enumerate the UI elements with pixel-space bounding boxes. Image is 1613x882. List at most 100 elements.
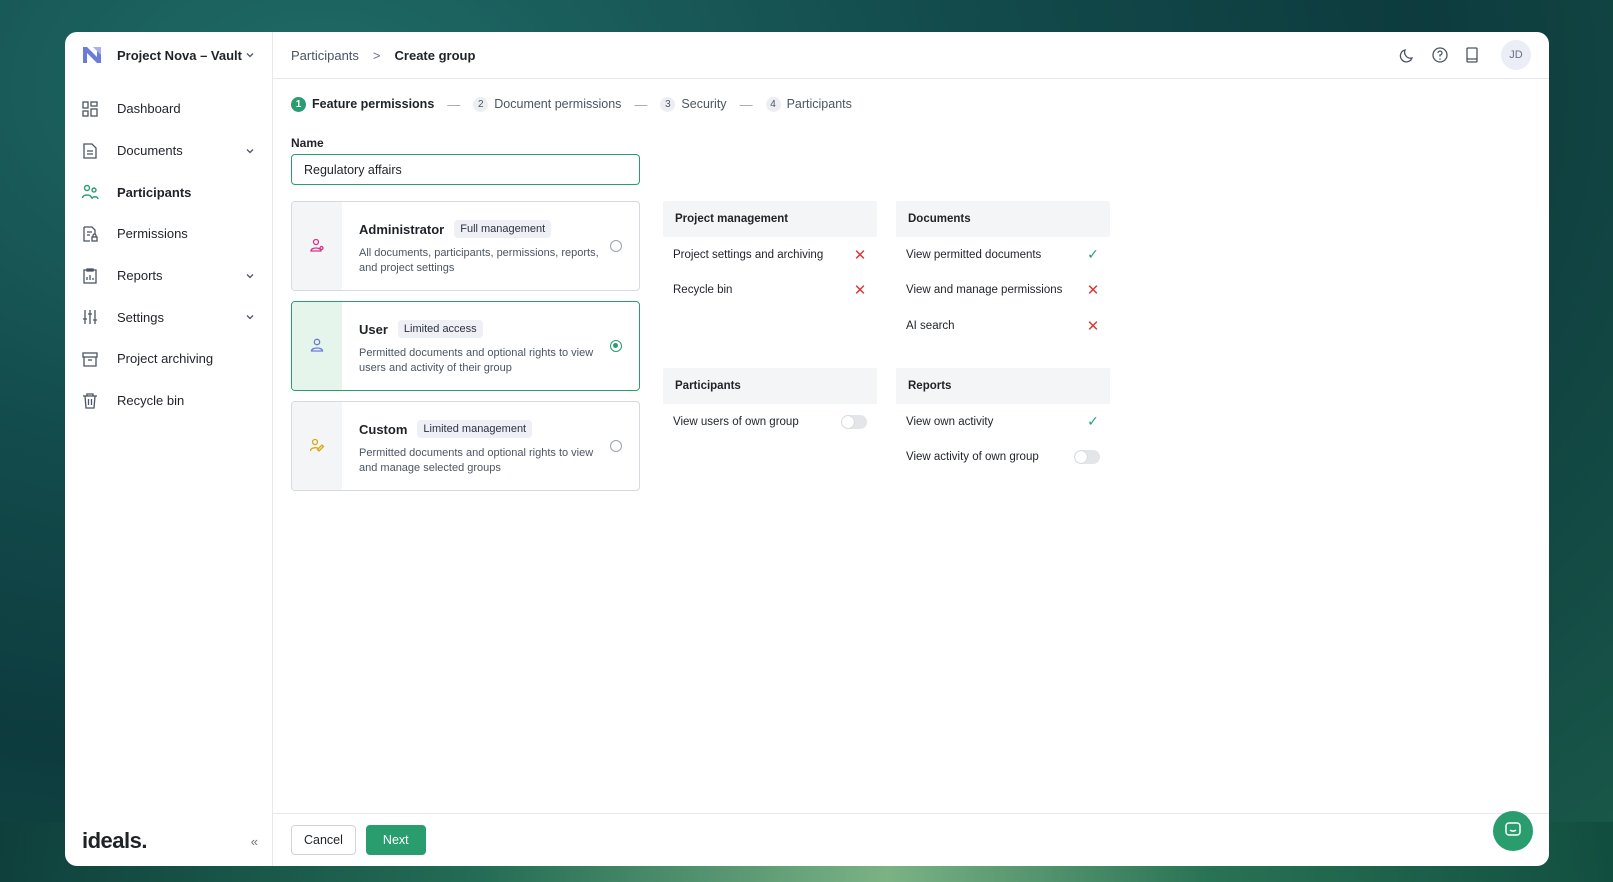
step-document-permissions[interactable]: 2 Document permissions bbox=[473, 96, 622, 112]
perm-row: View and manage permissions ✕ bbox=[896, 273, 1110, 309]
sidebar-item-label: Project archiving bbox=[117, 351, 214, 367]
sidebar-item-reports[interactable]: Reports bbox=[65, 255, 272, 297]
top-bar: Participants > Create group JD bbox=[273, 32, 1549, 79]
step-participants[interactable]: 4 Participants bbox=[765, 96, 852, 112]
role-badge: Limited management bbox=[417, 420, 533, 438]
role-body: User Limited access Permitted documents a… bbox=[342, 302, 639, 390]
document-icon[interactable] bbox=[1463, 46, 1481, 64]
permissions-icon bbox=[81, 225, 99, 243]
chevron-down-icon bbox=[244, 270, 256, 282]
top-actions: JD bbox=[1399, 40, 1531, 70]
perm-label: AI search bbox=[906, 319, 955, 332]
cross-icon: ✕ bbox=[853, 246, 867, 264]
role-radio[interactable] bbox=[610, 440, 622, 452]
perm-group-participants: Participants View users of own group bbox=[663, 368, 877, 440]
perm-group-documents: Documents View permitted documents ✓ View… bbox=[896, 201, 1110, 344]
perm-label: View own activity bbox=[906, 415, 994, 428]
cancel-button[interactable]: Cancel bbox=[291, 825, 356, 855]
step-number: 2 bbox=[473, 96, 489, 112]
sidebar: Project Nova – Vault Dashboard Documents… bbox=[65, 32, 273, 866]
role-radio[interactable] bbox=[610, 340, 622, 352]
collapse-sidebar-icon[interactable]: « bbox=[251, 834, 258, 849]
step-feature-permissions[interactable]: 1 Feature permissions bbox=[291, 96, 434, 112]
role-card-administrator[interactable]: Administrator Full management All documen… bbox=[291, 201, 640, 291]
sidebar-item-settings[interactable]: Settings bbox=[65, 296, 272, 338]
perm-label: Project settings and archiving bbox=[673, 248, 824, 261]
avatar[interactable]: JD bbox=[1501, 40, 1531, 70]
perm-group-project-management: Project management Project settings and … bbox=[663, 201, 877, 308]
participants-icon bbox=[81, 183, 99, 201]
custom-user-icon bbox=[309, 437, 325, 456]
perm-row: View users of own group bbox=[663, 404, 877, 440]
perm-label: View activity of own group bbox=[906, 451, 1039, 464]
perm-group-title: Participants bbox=[663, 368, 877, 404]
breadcrumb: Participants > Create group bbox=[291, 48, 1399, 63]
role-title: User bbox=[359, 321, 388, 337]
project-logo-icon bbox=[81, 44, 103, 66]
admin-user-icon bbox=[309, 237, 325, 256]
view-users-toggle[interactable] bbox=[841, 414, 867, 429]
perm-row: Project settings and archiving ✕ bbox=[663, 237, 877, 273]
perm-group-reports: Reports View own activity ✓ View activity… bbox=[896, 368, 1110, 475]
sidebar-item-recycle-bin[interactable]: Recycle bin bbox=[65, 380, 272, 422]
project-name: Project Nova – Vault bbox=[117, 47, 242, 63]
role-title: Custom bbox=[359, 421, 408, 437]
sidebar-item-dashboard[interactable]: Dashboard bbox=[65, 88, 272, 130]
perm-row: View permitted documents ✓ bbox=[896, 237, 1110, 273]
wizard-steps: 1 Feature permissions — 2 Document permi… bbox=[273, 79, 1549, 129]
sidebar-nav: Dashboard Documents Participants Permiss… bbox=[65, 88, 272, 422]
role-body: Custom Limited management Permitted docum… bbox=[342, 402, 639, 490]
role-side bbox=[292, 202, 342, 290]
role-description: Permitted documents and optional rights … bbox=[359, 447, 594, 474]
step-number: 1 bbox=[291, 96, 306, 112]
group-name-input[interactable] bbox=[291, 154, 640, 185]
sidebar-item-label: Documents bbox=[117, 143, 183, 159]
role-badge: Limited access bbox=[397, 320, 483, 338]
help-icon[interactable] bbox=[1431, 46, 1449, 64]
view-group-activity-toggle[interactable] bbox=[1074, 450, 1100, 465]
sidebar-footer: ideals. « bbox=[82, 828, 258, 854]
chevron-down-icon bbox=[244, 311, 256, 323]
perm-group-title: Project management bbox=[663, 201, 877, 237]
chevron-down-icon[interactable] bbox=[244, 49, 256, 61]
chevron-down-icon bbox=[244, 145, 256, 157]
role-radio[interactable] bbox=[610, 240, 622, 252]
role-card-user[interactable]: User Limited access Permitted documents a… bbox=[291, 301, 640, 391]
sidebar-item-project-archiving[interactable]: Project archiving bbox=[65, 338, 272, 380]
perm-label: Recycle bin bbox=[673, 284, 733, 297]
dashboard-icon bbox=[81, 100, 99, 118]
cross-icon: ✕ bbox=[1086, 282, 1100, 300]
perm-label: View permitted documents bbox=[906, 248, 1042, 261]
role-badge: Full management bbox=[454, 220, 552, 238]
role-body: Administrator Full management All documen… bbox=[342, 202, 639, 290]
project-switcher[interactable]: Project Nova – Vault bbox=[65, 32, 272, 78]
sidebar-item-label: Settings bbox=[117, 309, 164, 325]
chat-button[interactable] bbox=[1493, 811, 1533, 851]
sidebar-item-label: Recycle bin bbox=[117, 393, 185, 409]
chat-icon bbox=[1503, 820, 1523, 843]
perm-row: View activity of own group bbox=[896, 440, 1110, 476]
perm-row: AI search ✕ bbox=[896, 308, 1110, 344]
brand-logo: ideals. bbox=[82, 828, 147, 853]
sidebar-item-permissions[interactable]: Permissions bbox=[65, 213, 272, 255]
perm-row: View own activity ✓ bbox=[896, 404, 1110, 440]
footer-bar: Cancel Next bbox=[273, 813, 1549, 866]
breadcrumb-participants[interactable]: Participants bbox=[291, 48, 359, 63]
sidebar-item-participants[interactable]: Participants bbox=[65, 171, 272, 213]
role-side bbox=[292, 302, 342, 390]
step-label: Participants bbox=[786, 97, 852, 111]
role-card-custom[interactable]: Custom Limited management Permitted docum… bbox=[291, 401, 640, 491]
name-label: Name bbox=[291, 136, 324, 150]
check-icon: ✓ bbox=[1087, 246, 1099, 263]
role-title: Administrator bbox=[359, 221, 445, 237]
sidebar-item-label: Dashboard bbox=[117, 101, 181, 117]
sidebar-item-documents[interactable]: Documents bbox=[65, 130, 272, 172]
step-label: Document permissions bbox=[494, 97, 622, 111]
next-button[interactable]: Next bbox=[365, 825, 426, 855]
archive-icon bbox=[81, 350, 99, 368]
step-security[interactable]: 3 Security bbox=[660, 96, 727, 112]
step-number: 4 bbox=[765, 96, 781, 112]
trash-icon bbox=[81, 392, 99, 410]
app-window: Project Nova – Vault Dashboard Documents… bbox=[65, 32, 1549, 866]
moon-icon[interactable] bbox=[1399, 46, 1417, 64]
